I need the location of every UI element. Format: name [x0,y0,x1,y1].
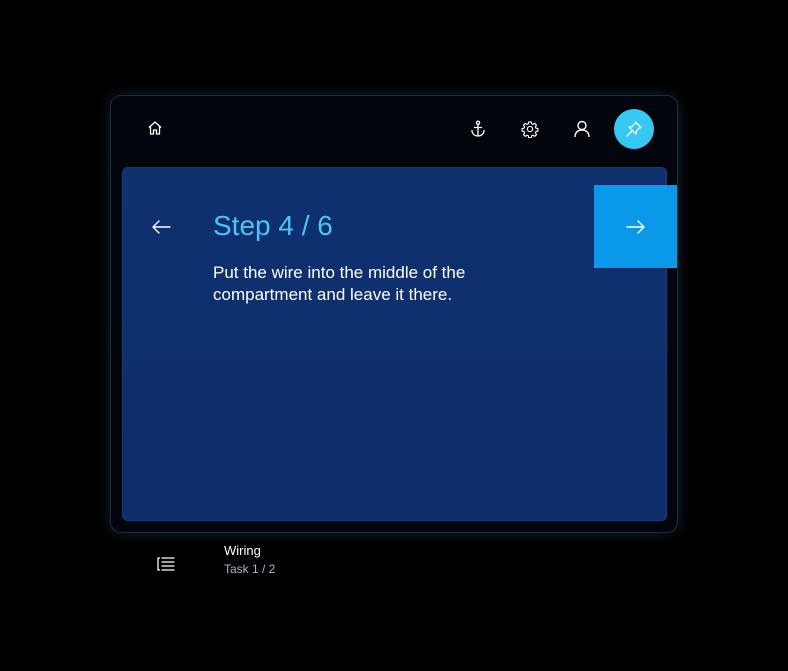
gear-icon [521,121,539,138]
arrow-left-icon [152,220,171,234]
home-icon [148,121,162,135]
anchor-icon [471,120,485,137]
step-card: Step 4 / 6 Put the wire into the middle … [122,167,667,576]
settings-button[interactable] [510,109,550,149]
user-icon [574,120,590,138]
pin-button[interactable] [614,109,654,149]
anchor-button[interactable] [458,109,498,149]
user-button[interactable] [562,109,602,149]
arrow-right-icon [625,219,645,234]
list-icon [157,557,175,571]
home-button[interactable] [135,108,175,148]
step-instructions: Put the wire into the middle of the comp… [213,263,466,304]
pin-icon [626,121,642,137]
task-list-button[interactable] [152,550,180,578]
next-step-button[interactable] [594,185,677,268]
task-name: Wiring [224,543,261,558]
previous-step-button[interactable] [141,207,181,247]
guide-window: Step 4 / 6 Put the wire into the middle … [111,96,677,576]
task-progress: Task 1 / 2 [224,562,276,576]
step-title: Step 4 / 6 [213,210,333,241]
toolbar [111,96,677,162]
